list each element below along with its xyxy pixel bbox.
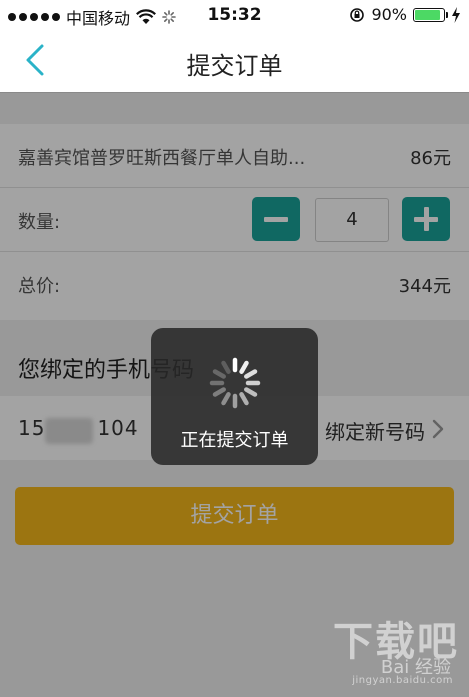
battery-level-fill xyxy=(415,9,441,20)
watermark-small: jingyan.baidu.com xyxy=(352,675,453,686)
loading-toast: 正在提交订单 xyxy=(151,328,318,465)
page-title: 提交订单 xyxy=(186,52,283,80)
status-right: 90% xyxy=(349,5,461,24)
battery-icon xyxy=(413,7,448,22)
rotation-lock-icon xyxy=(350,7,365,22)
status-bar: 中国移动 15:32 90% xyxy=(0,0,469,30)
charging-bolt-icon xyxy=(452,6,460,23)
watermark: 下载吧 Bai 经验 jingyan.baidu.com xyxy=(329,609,459,689)
nav-bar: 提交订单 xyxy=(0,30,469,93)
loading-text: 正在提交订单 xyxy=(180,430,289,451)
battery-percent: 90% xyxy=(371,5,407,24)
loading-spinner-icon xyxy=(209,357,261,409)
